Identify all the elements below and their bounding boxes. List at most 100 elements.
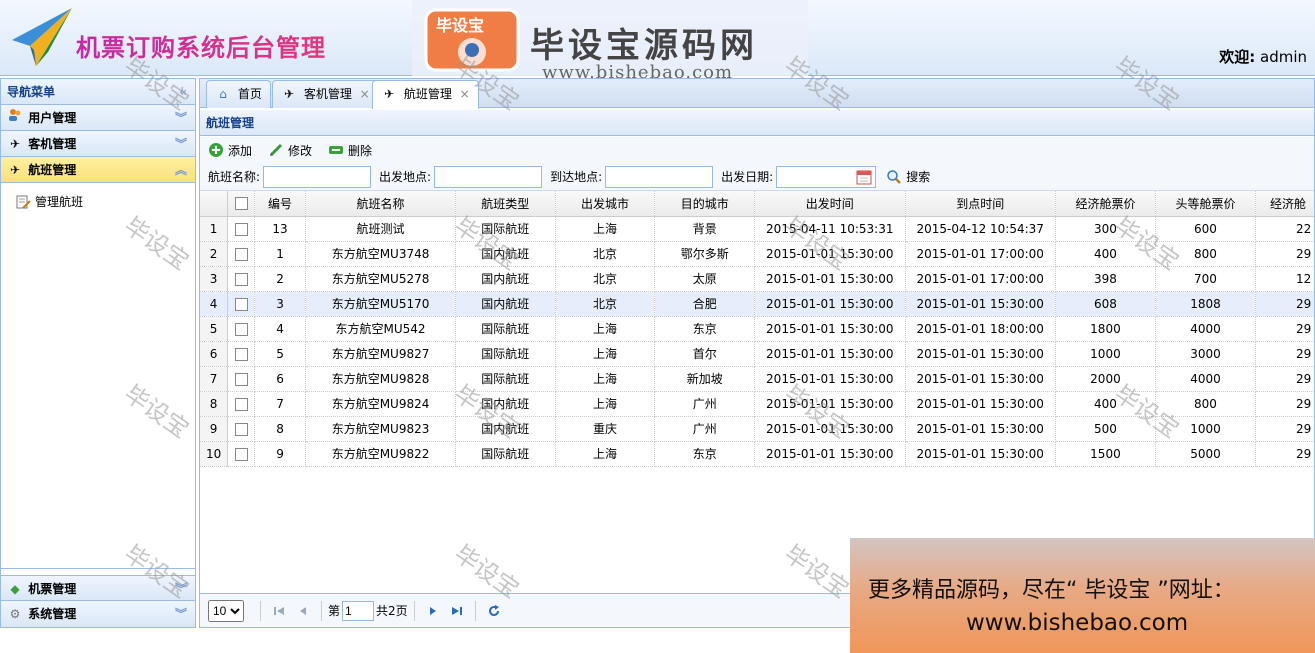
nav-item-manage-flights[interactable]: 管理航班 <box>15 193 83 210</box>
row-checkbox[interactable] <box>234 247 248 261</box>
column-header[interactable]: 编号 <box>254 191 307 217</box>
tab-flights[interactable]: ✈ 航班管理 × <box>372 80 479 109</box>
column-header[interactable]: 经济舱 <box>1255 191 1314 217</box>
table-cell: 22 <box>1255 216 1314 242</box>
table-cell: 国际航班 <box>455 316 556 342</box>
add-button[interactable]: 添加 <box>208 142 252 159</box>
calendar-icon[interactable] <box>856 169 872 185</box>
chevron-down-icon[interactable]: ︾ <box>175 105 187 131</box>
row-checkbox[interactable] <box>234 272 248 286</box>
column-header[interactable]: 航班名称 <box>305 191 456 217</box>
page-size-select[interactable]: 102030 <box>208 599 244 622</box>
table-cell: 国际航班 <box>455 366 556 392</box>
tab-home[interactable]: ⌂ 首页 <box>206 80 271 108</box>
table-cell: 800 <box>1155 391 1256 417</box>
row-checkbox[interactable] <box>234 422 248 436</box>
row-checkbox[interactable] <box>234 347 248 361</box>
chevron-down-icon[interactable]: ︾ <box>175 131 187 157</box>
row-checkbox[interactable] <box>234 397 248 411</box>
table-cell: 2015-01-01 15:30:00 <box>754 341 906 367</box>
last-page-icon[interactable] <box>448 602 466 620</box>
table-cell: 398 <box>1055 266 1156 292</box>
table-row[interactable]: 6 5 东方航空MU9827 国际航班 上海 首尔 2015-01-01 15:30:00 2… <box>200 341 1314 367</box>
accordion-flights[interactable]: ✈ 航班管理 ︽ <box>1 157 195 183</box>
table-row[interactable]: 7 6 东方航空MU9828 国际航班 上海 新加坡 2015-01-01 15:30:00… <box>200 366 1314 392</box>
accordion-aircraft[interactable]: ✈ 客机管理 ︾ <box>1 131 195 157</box>
tab-aircraft[interactable]: ✈ 客机管理 × <box>272 80 379 108</box>
search-button[interactable]: 搜索 <box>886 168 930 185</box>
table-row[interactable]: 5 4 东方航空MU542 国际航班 上海 东京 2015-01-01 15:30:00 20… <box>200 316 1314 342</box>
table-cell: 东方航空MU9823 <box>305 416 456 442</box>
row-number: 2 <box>200 241 229 267</box>
chevron-down-icon[interactable]: ︾ <box>175 601 187 627</box>
select-all-checkbox[interactable] <box>234 197 248 211</box>
table-row[interactable]: 4 3 东方航空MU5170 国内航班 北京 合肥 2015-01-01 15:30:00 2… <box>200 291 1314 317</box>
row-checkbox[interactable] <box>234 447 248 461</box>
table-cell: 上海 <box>555 441 656 467</box>
date-label: 出发日期: <box>721 170 774 184</box>
column-header[interactable]: 航班类型 <box>455 191 556 217</box>
row-checkbox[interactable] <box>234 322 248 336</box>
column-header[interactable]: 到点时间 <box>905 191 1056 217</box>
refresh-icon[interactable] <box>485 602 503 620</box>
table-cell: 2015-01-01 15:30:00 <box>905 416 1056 442</box>
departure-label: 出发地点: <box>379 170 432 184</box>
ad-url[interactable]: www.bishebao.com <box>966 610 1188 636</box>
table-cell: 13 <box>254 216 307 242</box>
accordion-tickets[interactable]: ◆ 机票管理 ︾ <box>1 575 195 601</box>
row-checkbox[interactable] <box>234 222 248 236</box>
edit-list-icon <box>16 195 31 209</box>
table-cell: 5000 <box>1155 441 1256 467</box>
column-header[interactable]: 头等舱票价 <box>1155 191 1256 217</box>
row-checkbox-cell <box>227 316 255 342</box>
next-page-icon[interactable] <box>424 602 442 620</box>
accordion-users[interactable]: 用户管理 ︾ <box>1 105 195 131</box>
table-row[interactable]: 8 7 东方航空MU9824 国内航班 上海 广州 2015-01-01 15:30:00 2… <box>200 391 1314 417</box>
table-cell: 2015-01-01 15:30:00 <box>905 441 1056 467</box>
table-row[interactable]: 9 8 东方航空MU9823 国内航班 重庆 广州 2015-01-01 15:30:00 2… <box>200 416 1314 442</box>
arrival-input[interactable] <box>605 165 714 188</box>
accordion-system[interactable]: ⚙ 系统管理 ︾ <box>1 601 195 627</box>
table-row[interactable]: 3 2 东方航空MU5278 国内航班 北京 太原 2015-01-01 15:30:00 2… <box>200 266 1314 292</box>
row-checkbox[interactable] <box>234 297 248 311</box>
table-cell: 400 <box>1055 391 1156 417</box>
welcome-username[interactable]: admin <box>1260 48 1307 66</box>
table-cell: 29 <box>1255 416 1314 442</box>
table-row[interactable]: 2 1 东方航空MU3748 国内航班 北京 鄂尔多斯 2015-01-01 15:30:0… <box>200 241 1314 267</box>
table-cell: 鄂尔多斯 <box>654 241 756 267</box>
delete-button[interactable]: 删除 <box>328 142 372 159</box>
chevron-up-icon[interactable]: ︽ <box>175 157 187 183</box>
page-prefix: 第 <box>328 604 341 618</box>
prev-page-icon[interactable] <box>294 602 312 620</box>
tab-flights-label: 航班管理 <box>403 87 452 101</box>
first-page-icon[interactable] <box>270 602 288 620</box>
close-icon[interactable]: × <box>460 87 470 101</box>
column-header[interactable]: 出发城市 <box>555 191 656 217</box>
row-checkbox-cell <box>227 366 255 392</box>
table-row[interactable]: 1 13 航班测试 国际航班 上海 背景 2015-04-11 10:53:31 2015-0… <box>200 216 1314 242</box>
add-icon <box>209 143 223 157</box>
row-checkbox[interactable] <box>234 372 248 386</box>
column-header[interactable]: 目的城市 <box>654 191 756 217</box>
departure-input[interactable] <box>434 165 543 188</box>
airplane-icon: ✈ <box>9 137 21 151</box>
table-cell: 1000 <box>1155 416 1256 442</box>
ad-banner[interactable]: 更多精品源码，尽在“ 毕设宝 ”网址： www.bishebao.com <box>850 538 1315 653</box>
row-checkbox-cell <box>227 266 255 292</box>
date-picker[interactable] <box>776 165 877 188</box>
edit-button-label: 修改 <box>288 143 313 158</box>
chevron-down-icon[interactable]: ︾ <box>175 576 187 602</box>
table-cell: 29 <box>1255 316 1314 342</box>
flight-name-input[interactable] <box>263 165 372 188</box>
table-cell: 北京 <box>555 266 656 292</box>
column-header[interactable]: 出发时间 <box>754 191 906 217</box>
edit-button[interactable]: 修改 <box>268 142 312 159</box>
column-header[interactable]: 经济舱票价 <box>1055 191 1156 217</box>
pager-separator <box>413 600 415 621</box>
sidebar: 导航菜单 « 用户管理 ︾ ✈ 客机管理 ︾ ✈ 航班管理 ︽ 管理航班 ◆ 机… <box>0 78 196 628</box>
table-row[interactable]: 10 9 东方航空MU9822 国际航班 上海 东京 2015-01-01 15:30:00… <box>200 441 1314 467</box>
close-icon[interactable]: × <box>360 87 370 101</box>
collapse-left-icon[interactable]: « <box>179 79 187 105</box>
page-number-input[interactable] <box>342 600 375 621</box>
table-cell: 29 <box>1255 341 1314 367</box>
